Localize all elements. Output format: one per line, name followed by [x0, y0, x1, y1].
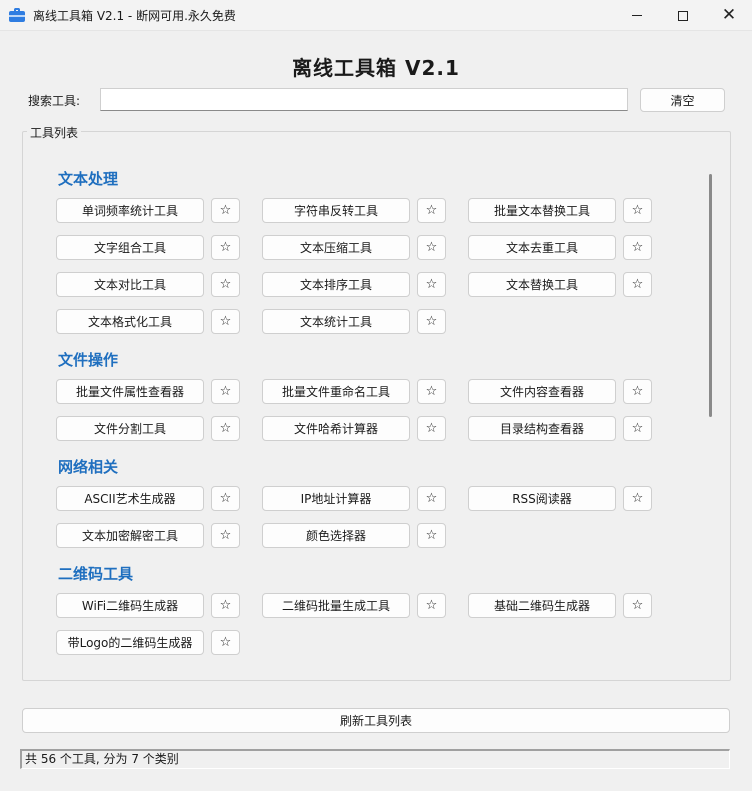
tool-button[interactable]: 目录结构查看器 — [468, 416, 616, 441]
tool-button[interactable]: 文件哈希计算器 — [262, 416, 410, 441]
refresh-tools-button[interactable]: 刷新工具列表 — [22, 708, 730, 733]
favorite-star-button[interactable]: ☆ — [623, 593, 652, 618]
tool-list-label: 工具列表 — [27, 124, 82, 141]
tool-button[interactable]: ASCII艺术生成器 — [56, 486, 204, 511]
tool-button[interactable]: 文本去重工具 — [468, 235, 616, 260]
tool-button[interactable]: 字符串反转工具 — [262, 198, 410, 223]
favorite-star-button[interactable]: ☆ — [417, 309, 446, 334]
tool-button[interactable]: WiFi二维码生成器 — [56, 593, 204, 618]
category-title: 文件操作 — [58, 351, 119, 369]
favorite-star-button[interactable]: ☆ — [417, 593, 446, 618]
status-bar: 共 56 个工具, 分为 7 个类别 — [20, 749, 730, 769]
maximize-icon — [678, 10, 688, 21]
tool-button[interactable]: 二维码批量生成工具 — [262, 593, 410, 618]
window-controls: ✕ — [614, 0, 752, 31]
favorite-star-button[interactable]: ☆ — [623, 379, 652, 404]
tool-button[interactable]: 批量文本替换工具 — [468, 198, 616, 223]
tool-button[interactable]: 批量文件重命名工具 — [262, 379, 410, 404]
title-bar: 离线工具箱 V2.1 - 断网可用.永久免费 ✕ — [0, 0, 752, 31]
favorite-star-button[interactable]: ☆ — [623, 198, 652, 223]
favorite-star-button[interactable]: ☆ — [211, 486, 240, 511]
category-title: 网络相关 — [58, 458, 119, 476]
close-button[interactable]: ✕ — [706, 0, 752, 31]
tool-button[interactable]: IP地址计算器 — [262, 486, 410, 511]
favorite-star-button[interactable]: ☆ — [417, 235, 446, 260]
maximize-button[interactable] — [660, 0, 706, 31]
toolbox-icon — [9, 8, 25, 22]
favorite-star-button[interactable]: ☆ — [211, 593, 240, 618]
clear-button[interactable]: 清空 — [640, 88, 725, 112]
category-title: 文本处理 — [58, 170, 119, 188]
favorite-star-button[interactable]: ☆ — [211, 523, 240, 548]
favorite-star-button[interactable]: ☆ — [623, 235, 652, 260]
tool-button[interactable]: 文本压缩工具 — [262, 235, 410, 260]
favorite-star-button[interactable]: ☆ — [211, 235, 240, 260]
window-title: 离线工具箱 V2.1 - 断网可用.永久免费 — [33, 8, 236, 23]
tool-button[interactable]: 文本替换工具 — [468, 272, 616, 297]
favorite-star-button[interactable]: ☆ — [623, 416, 652, 441]
tool-button[interactable]: 文字组合工具 — [56, 235, 204, 260]
favorite-star-button[interactable]: ☆ — [623, 272, 652, 297]
favorite-star-button[interactable]: ☆ — [417, 198, 446, 223]
favorite-star-button[interactable]: ☆ — [417, 379, 446, 404]
favorite-star-button[interactable]: ☆ — [211, 272, 240, 297]
tool-button[interactable]: 文本统计工具 — [262, 309, 410, 334]
close-icon: ✕ — [721, 5, 737, 25]
favorite-star-button[interactable]: ☆ — [417, 523, 446, 548]
favorite-star-button[interactable]: ☆ — [623, 486, 652, 511]
tool-button[interactable]: 批量文件属性查看器 — [56, 379, 204, 404]
scrollbar-thumb[interactable] — [709, 174, 712, 417]
tool-button[interactable]: RSS阅读器 — [468, 486, 616, 511]
page-title: 离线工具箱 V2.1 — [292, 56, 460, 80]
favorite-star-button[interactable]: ☆ — [211, 379, 240, 404]
minimize-button[interactable] — [614, 0, 660, 31]
tool-button[interactable]: 文本格式化工具 — [56, 309, 204, 334]
favorite-star-button[interactable]: ☆ — [417, 486, 446, 511]
minimize-icon — [632, 15, 642, 16]
tool-button[interactable]: 文件内容查看器 — [468, 379, 616, 404]
search-label: 搜索工具: — [28, 94, 81, 108]
favorite-star-button[interactable]: ☆ — [211, 309, 240, 334]
tool-button[interactable]: 文本加密解密工具 — [56, 523, 204, 548]
tool-button[interactable]: 基础二维码生成器 — [468, 593, 616, 618]
category-title: 二维码工具 — [58, 565, 134, 583]
scrollbar[interactable] — [706, 156, 714, 664]
favorite-star-button[interactable]: ☆ — [211, 416, 240, 441]
tool-button[interactable]: 颜色选择器 — [262, 523, 410, 548]
favorite-star-button[interactable]: ☆ — [417, 416, 446, 441]
search-input[interactable] — [100, 88, 628, 111]
tool-list-scroll-area[interactable]: 文本处理单词频率统计工具 ☆ 字符串反转工具 ☆ 批量文本替换工具 ☆ 文字组合工具 ☆ 文本压… — [36, 156, 702, 664]
favorite-star-button[interactable]: ☆ — [211, 630, 240, 655]
tool-button[interactable]: 文本排序工具 — [262, 272, 410, 297]
favorite-star-button[interactable]: ☆ — [211, 198, 240, 223]
tool-button[interactable]: 文本对比工具 — [56, 272, 204, 297]
tool-button[interactable]: 带Logo的二维码生成器 — [56, 630, 204, 655]
tool-button[interactable]: 单词频率统计工具 — [56, 198, 204, 223]
favorite-star-button[interactable]: ☆ — [417, 272, 446, 297]
tool-button[interactable]: 文件分割工具 — [56, 416, 204, 441]
